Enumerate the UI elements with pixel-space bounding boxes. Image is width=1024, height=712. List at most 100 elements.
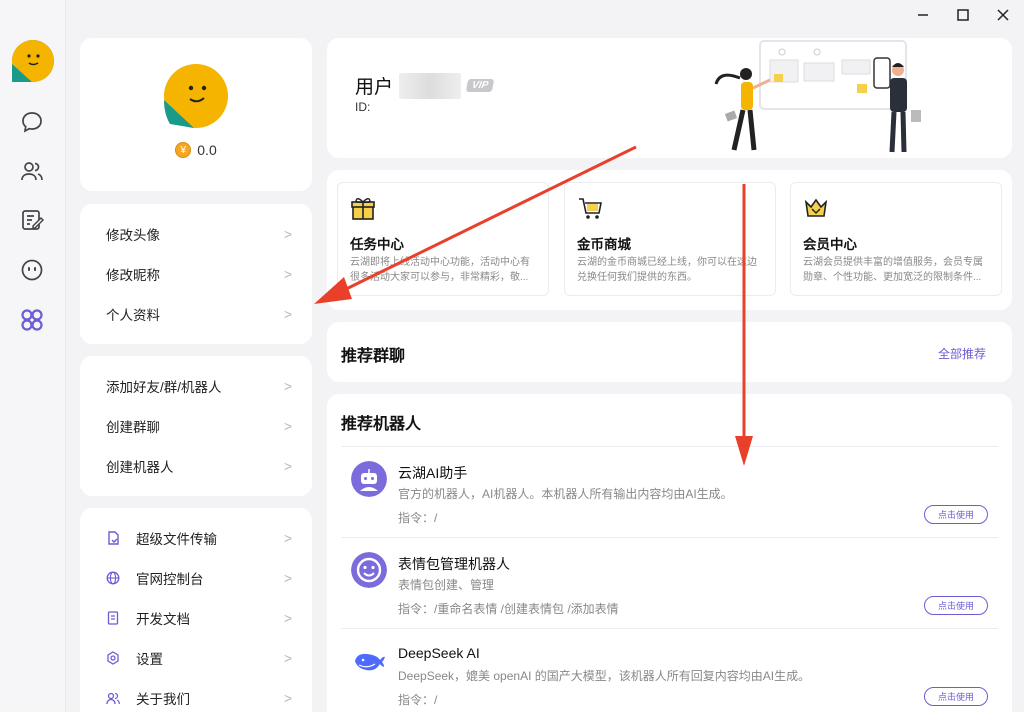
gift-icon <box>351 198 375 220</box>
bot-item[interactable]: DeepSeek AI DeepSeek，媲美 openAI 的国产大模型，该机… <box>341 628 998 712</box>
user-id: ID: <box>355 100 371 114</box>
chevron-right-icon: > <box>283 530 292 546</box>
bot-name: 表情包管理机器人 <box>398 556 510 572</box>
menu-label: 超级文件传输 <box>136 532 217 547</box>
coin-balance: ¥ 0.0 <box>80 142 312 158</box>
menu-create-bot[interactable]: 创建机器人 > <box>106 454 292 478</box>
section-title: 推荐机器人 <box>341 416 422 433</box>
chevron-right-icon: > <box>283 458 292 474</box>
window-controls <box>910 4 1016 26</box>
menu-label: 官网控制台 <box>136 572 204 587</box>
feature-title: 会员中心 <box>803 237 857 252</box>
use-bot-button[interactable]: 点击使用 <box>924 687 988 706</box>
feature-desc: 云湖的金币商城已经上线，你可以在这边兑换任何我们提供的东西。 <box>577 257 757 283</box>
menu-profile-info[interactable]: 个人资料 > <box>106 302 292 326</box>
recommended-bots: 推荐机器人 云湖AI助手 官方的机器人，AI机器人。本机器人所有输出内容均由AI… <box>327 394 1012 712</box>
crown-icon <box>804 198 828 217</box>
left-rail <box>0 0 66 712</box>
profile-card: ¥ 0.0 <box>80 38 312 191</box>
menu-settings[interactable]: 设置 > <box>106 646 292 670</box>
chevron-right-icon: > <box>283 418 292 434</box>
chat-bubble-icon[interactable] <box>18 108 46 136</box>
section-title: 推荐群聊 <box>341 348 406 365</box>
edit-note-icon[interactable] <box>18 206 46 234</box>
tools-menu: 超级文件传输 > 官网控制台 > 开发文档 > 设置 > 关于我们 > <box>80 508 312 712</box>
create-menu: 添加好友/群/机器人 > 创建群聊 > 创建机器人 > <box>80 356 312 496</box>
profile-avatar[interactable] <box>164 64 228 128</box>
bot-desc: 表情包创建、管理 <box>398 578 495 592</box>
chevron-right-icon: > <box>283 570 292 586</box>
menu-about[interactable]: 关于我们 > <box>106 686 292 710</box>
menu-add-friend[interactable]: 添加好友/群/机器人 > <box>106 374 292 398</box>
menu-label: 开发文档 <box>136 612 190 627</box>
menu-label: 创建机器人 <box>106 460 174 475</box>
menu-dev-docs[interactable]: 开发文档 > <box>106 606 292 630</box>
chevron-right-icon: > <box>283 610 292 626</box>
bot-command: 指令：/重命名表情 /创建表情包 /添加表情 <box>398 602 619 616</box>
menu-label: 个人资料 <box>106 308 160 323</box>
vip-badge: VIP <box>465 79 495 92</box>
menu-edit-nickname[interactable]: 修改昵称 > <box>106 262 292 286</box>
maximize-icon[interactable] <box>950 4 976 26</box>
menu-label: 修改头像 <box>106 228 160 243</box>
chevron-right-icon: > <box>283 690 292 706</box>
smiley-avatar-icon <box>351 552 387 588</box>
bot-name: DeepSeek AI <box>398 645 480 661</box>
feature-title: 金币商城 <box>577 237 631 252</box>
user-header-card: 用户 VIP ID: <box>327 38 1012 158</box>
feature-task-center[interactable]: 任务中心 云湖即将上线活动中心功能，活动中心有很多活动大家可以参与，非常精彩，敬… <box>337 182 549 296</box>
menu-create-group[interactable]: 创建群聊 > <box>106 414 292 438</box>
username: 用户 VIP <box>355 72 495 99</box>
bot-desc: DeepSeek，媲美 openAI 的国产大模型，该机器人所有回复内容均由AI… <box>398 669 811 683</box>
bot-desc: 官方的机器人，AI机器人。本机器人所有输出内容均由AI生成。 <box>398 487 733 501</box>
coin-value: 0.0 <box>197 142 217 158</box>
use-bot-button[interactable]: 点击使用 <box>924 596 988 615</box>
file-transfer-icon <box>106 531 120 545</box>
menu-label: 修改昵称 <box>106 268 160 283</box>
menu-console[interactable]: 官网控制台 > <box>106 566 292 590</box>
bot-command: 指令：/ <box>398 693 438 707</box>
menu-label: 添加好友/群/机器人 <box>106 380 222 395</box>
feature-desc: 云湖会员提供丰富的增值服务，会员专属勋章、个性功能、更加宽泛的限制条件... <box>803 257 983 283</box>
menu-label: 创建群聊 <box>106 420 160 435</box>
close-icon[interactable] <box>990 4 1016 26</box>
shopping-cart-icon <box>579 198 602 219</box>
minimize-icon[interactable] <box>910 4 936 26</box>
username-redacted <box>399 72 462 99</box>
robot-avatar-icon <box>351 461 387 497</box>
menu-label: 关于我们 <box>136 692 190 707</box>
recommended-groups: 推荐群聊 全部推荐 <box>327 322 1012 382</box>
feature-desc: 云湖即将上线活动中心功能，活动中心有很多活动大家可以参与，非常精彩，敬... <box>350 257 530 283</box>
all-recommendations-link[interactable]: 全部推荐 <box>938 345 986 362</box>
header-illustration <box>714 40 921 153</box>
feature-title: 任务中心 <box>350 237 404 252</box>
feature-coin-mall[interactable]: 金币商城 云湖的金币商城已经上线，你可以在这边兑换任何我们提供的东西。 <box>564 182 776 296</box>
settings-gear-icon <box>106 651 120 665</box>
chevron-right-icon: > <box>283 266 292 282</box>
use-bot-button[interactable]: 点击使用 <box>924 505 988 524</box>
bot-command: 指令：/ <box>398 511 438 525</box>
chevron-right-icon: > <box>283 378 292 394</box>
feature-cards: 任务中心 云湖即将上线活动中心功能，活动中心有很多活动大家可以参与，非常精彩，敬… <box>327 170 1012 310</box>
globe-icon <box>106 571 120 585</box>
whale-avatar-icon <box>355 653 385 671</box>
profile-menu: 修改头像 > 修改昵称 > 个人资料 > <box>80 204 312 344</box>
bot-item[interactable]: 表情包管理机器人 表情包创建、管理 指令：/重命名表情 /创建表情包 /添加表情… <box>341 537 998 628</box>
feature-vip-center[interactable]: 会员中心 云湖会员提供丰富的增值服务，会员专属勋章、个性功能、更加宽泛的限制条件… <box>790 182 1002 296</box>
coin-icon: ¥ <box>175 142 192 158</box>
bot-face-icon[interactable] <box>18 256 46 284</box>
about-users-icon <box>106 691 120 705</box>
menu-file-transfer[interactable]: 超级文件传输 > <box>106 526 292 550</box>
bot-item[interactable]: 云湖AI助手 官方的机器人，AI机器人。本机器人所有输出内容均由AI生成。 指令… <box>341 446 998 537</box>
document-icon <box>106 611 120 625</box>
chevron-right-icon: > <box>283 650 292 666</box>
contacts-icon[interactable] <box>18 157 46 185</box>
chevron-right-icon: > <box>283 226 292 242</box>
bot-name: 云湖AI助手 <box>398 465 468 481</box>
apps-grid-icon[interactable] <box>18 306 46 334</box>
menu-label: 设置 <box>136 652 163 667</box>
menu-edit-avatar[interactable]: 修改头像 > <box>106 222 292 246</box>
user-avatar[interactable] <box>12 40 54 82</box>
chevron-right-icon: > <box>283 306 292 322</box>
username-text: 用户 <box>355 77 394 98</box>
